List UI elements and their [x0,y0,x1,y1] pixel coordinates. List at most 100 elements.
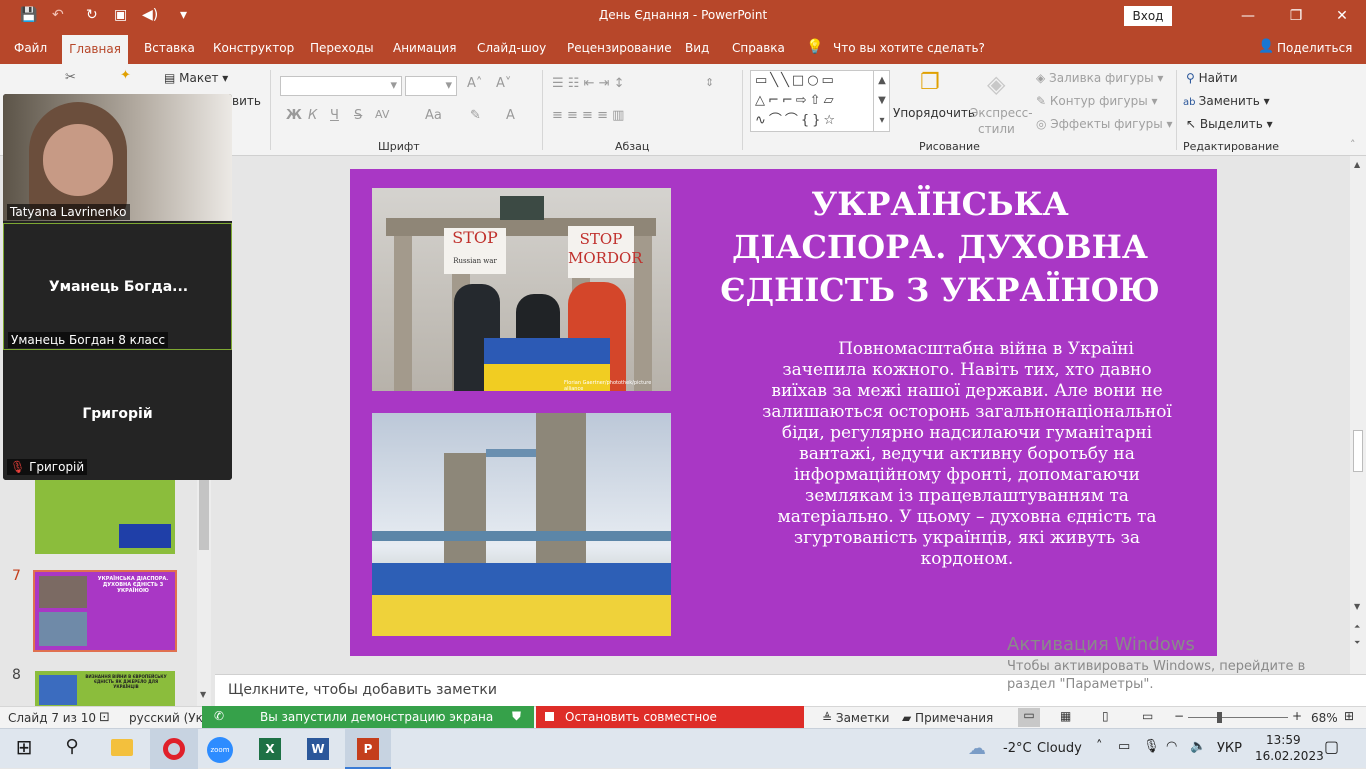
reset-button[interactable]: вить [232,94,261,108]
shape-fill-button[interactable]: ◈ Заливка фигуры ▾ [1036,71,1163,85]
tray-chevron-icon[interactable]: ˄ [1096,739,1103,754]
zoom-app-icon[interactable]: zoom [202,735,238,765]
powerpoint-icon[interactable]: P [345,729,391,769]
volume-icon[interactable]: 🔈 [1190,739,1206,754]
align-icons[interactable]: ≡ ≡ ≡ ≡ ▥ [552,108,624,123]
reading-view-icon[interactable]: ▯ [1102,709,1109,723]
thumbnail-title: УКРАЇНСЬКА ДІАСПОРА. ДУХОВНА ЄДНІСТЬ З У… [97,576,169,594]
normal-view-icon[interactable]: ▭ [1018,708,1040,727]
scroll-up-icon[interactable]: ▲ [1354,160,1360,169]
char-spacing-button[interactable]: AV [375,108,389,121]
new-slide-icon[interactable]: ✦ [120,68,131,83]
previous-slide-icon[interactable]: ⏶ [1354,622,1360,632]
font-size-combo[interactable]: ▾ [405,76,457,96]
stop-share-button[interactable]: Остановить совместное использование [536,706,804,738]
file-explorer-icon[interactable] [104,735,140,765]
battery-icon[interactable]: ▭ [1118,739,1130,754]
change-case-button[interactable]: Aa [425,108,442,123]
tab-help[interactable]: Справка [732,41,785,55]
spelling-icon[interactable]: ⊡ [99,710,110,725]
shape-outline-button[interactable]: ✎ Контур фигуры ▾ [1036,94,1158,108]
windows-start-icon[interactable]: ⊞ [6,735,42,765]
close-button[interactable]: ✕ [1322,4,1362,28]
scroll-thumb[interactable] [199,476,209,550]
slideshow-icon[interactable]: ▭ [1142,709,1153,723]
scroll-thumb[interactable] [1353,430,1363,472]
slide-body-text[interactable]: Повномасштабна війна в Україні зачепила … [762,339,1172,570]
zoom-in-button[interactable]: + [1292,709,1302,723]
tell-me-search[interactable]: Что вы хотите сделать? [833,41,985,55]
quick-styles-button[interactable]: Экспресс- [970,106,1033,120]
slide-canvas[interactable]: STOP Russian war STOP MORDOR Florian Gaer… [350,169,1217,656]
notes-toggle[interactable]: ≜ Заметки [822,711,889,725]
video-tile-tatyana[interactable]: Tatyana Lavrinenko [3,94,232,221]
strikethrough-button[interactable]: S [354,108,362,123]
zoom-slider-thumb[interactable] [1217,712,1222,723]
clock-time[interactable]: 13:59 [1266,733,1301,747]
italic-button[interactable]: К [308,108,317,123]
wifi-icon[interactable]: ◠ [1166,739,1177,754]
zoom-level[interactable]: 68% [1311,711,1338,725]
video-tile-grigoriy[interactable]: Григорій 🎙 Григорій [3,352,232,480]
tab-home[interactable]: Главная [62,35,128,64]
find-button[interactable]: ⚲ Найти [1186,71,1238,85]
zoom-slider[interactable] [1188,717,1288,718]
tab-design[interactable]: Конструктор [213,41,294,55]
share-button[interactable]: Поделиться [1277,41,1352,55]
photo-protest-brandenburg[interactable]: STOP Russian war STOP MORDOR Florian Gaer… [372,188,671,391]
keyboard-language[interactable]: УКР [1217,741,1242,756]
search-icon[interactable]: ⚲ [54,736,90,766]
bullets-icon[interactable]: ☰ ☷ ⇤ ⇥ ↕ [552,76,625,91]
comments-toggle[interactable]: ▰ Примечания [902,711,993,725]
scroll-down-icon[interactable]: ▼ [1354,602,1360,611]
decrease-font-icon[interactable]: A˅ [496,76,511,91]
zoom-video-panel[interactable]: Tatyana Lavrinenko Уманець Богда... Уман… [3,94,232,480]
text-direction-icon[interactable]: ⇕ [705,76,714,89]
excel-icon[interactable]: X [252,735,288,765]
thumbnail-slide-8[interactable]: ВИЗНАННЯ ВІЙНИ В ЄВРОПЕЙСЬКУ ЄДНІСТЬ ЯК … [35,671,175,706]
fit-slide-icon[interactable]: ⊞ [1344,709,1354,723]
tab-animations[interactable]: Анимация [393,41,456,55]
replace-button[interactable]: ab Заменить ▾ [1183,94,1270,108]
font-color-button[interactable]: A [506,108,515,123]
microphone-icon[interactable]: 🎙 [1143,739,1160,754]
tab-slideshow[interactable]: Слайд-шоу [477,41,546,55]
arrange-button[interactable]: Упорядочить [893,106,975,120]
slide-scrollbar[interactable]: ▲ ▼ ⏶ ⏷ [1350,156,1366,674]
thumbnail-slide-6[interactable] [35,476,175,554]
bold-button[interactable]: Ж [286,108,302,123]
slide-sorter-icon[interactable]: ▦ [1060,709,1071,723]
tab-file[interactable]: Файл [14,41,47,55]
weather-temp[interactable]: -2°C [1003,741,1032,756]
sign-in-button[interactable]: Вход [1124,6,1172,26]
clock-date[interactable]: 16.02.2023 [1255,749,1324,763]
opera-icon[interactable] [150,729,198,769]
gallery-scroll-icon[interactable]: ▲ ▼ ▾ [873,71,890,131]
highlight-icon[interactable]: ✎ [470,108,481,123]
tab-insert[interactable]: Вставка [144,41,195,55]
slide-title[interactable]: УКРАЇНСЬКА ДІАСПОРА. ДУХОВНА ЄДНІСТЬ З У… [710,183,1170,312]
tab-review[interactable]: Рецензирование [567,41,672,55]
underline-button[interactable]: Ч [330,108,339,123]
select-button[interactable]: ↖ Выделить ▾ [1186,117,1273,131]
minimize-button[interactable]: — [1228,4,1268,28]
zoom-out-button[interactable]: − [1174,709,1184,723]
font-name-combo[interactable]: ▾ [280,76,402,96]
shapes-gallery[interactable]: ▭╲╲□○▭ △⌐⌐⇨⇧▱ ∿⌒⌒{}☆ [750,70,890,132]
collapse-ribbon-icon[interactable]: ˄ [1350,138,1356,151]
notes-placeholder[interactable]: Щелкните, чтобы добавить заметки [228,682,497,698]
cut-icon[interactable]: ✂ [65,70,76,85]
increase-font-icon[interactable]: A˄ [467,76,482,91]
scroll-down-icon[interactable]: ▼ [200,690,206,699]
weather-text[interactable]: Cloudy [1037,741,1082,756]
video-tile-bogdan[interactable]: Уманець Богда... Уманець Богдан 8 класс [3,223,232,350]
thumbnail-slide-7[interactable]: УКРАЇНСЬКА ДІАСПОРА. ДУХОВНА ЄДНІСТЬ З У… [33,570,177,652]
tab-transitions[interactable]: Переходы [310,41,374,55]
shape-effects-button[interactable]: ◎ Эффекты фигуры ▾ [1036,117,1173,131]
tab-view[interactable]: Вид [685,41,709,55]
word-icon[interactable]: W [300,735,336,765]
layout-button[interactable]: ▤ Макет ▾ [164,71,228,85]
photo-tower-bridge[interactable] [372,413,671,636]
restore-button[interactable]: ❐ [1276,4,1316,28]
notification-icon[interactable]: ▢ [1324,737,1339,756]
